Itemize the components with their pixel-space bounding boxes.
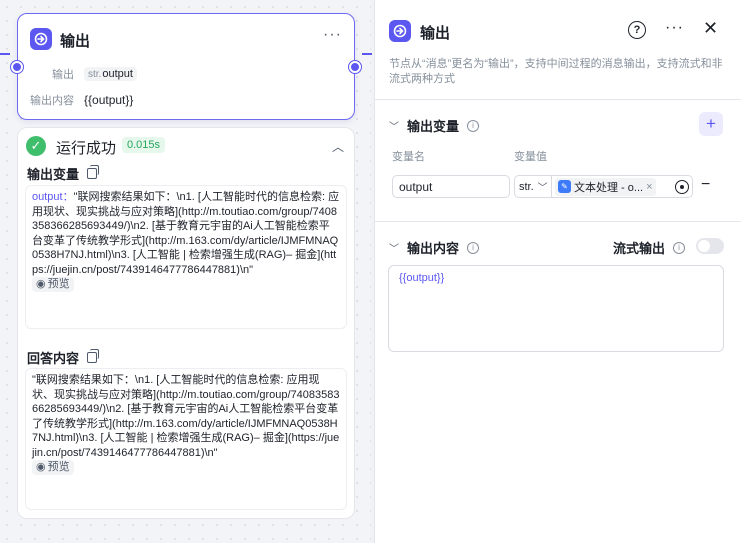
- output-port[interactable]: [349, 61, 361, 73]
- output-node-icon: [389, 20, 411, 42]
- output-node[interactable]: 输出 ··· 输出 str. output 输出内容 {{output}}: [11, 13, 361, 120]
- var-type-select[interactable]: str. ﹀: [514, 175, 552, 198]
- output-key: output：: [32, 191, 74, 203]
- divider: [375, 99, 741, 100]
- copy-icon[interactable]: [87, 349, 100, 363]
- answer-section-title: 回答内容: [27, 348, 100, 367]
- ref-chip: ✎ 文本处理 - o... ×: [555, 177, 656, 196]
- check-icon: ✓: [26, 136, 46, 156]
- stream-label: 流式输出: [613, 241, 666, 256]
- close-icon[interactable]: ✕: [703, 18, 718, 39]
- answer-text: "联网搜索结果如下：\n1. [人工智能时代的信息检索: 应用现状、现实挑战与应…: [32, 374, 340, 459]
- copy-icon[interactable]: [87, 165, 100, 179]
- var-type-label: str.: [519, 180, 534, 193]
- var-name: output: [102, 68, 133, 80]
- more-icon[interactable]: ···: [665, 19, 684, 37]
- panel-title: 输出: [420, 25, 451, 42]
- close-icon[interactable]: ×: [646, 181, 652, 193]
- node-settings-panel: 输出 ? ··· ✕ 节点从“消息”更名为“输出”，支持中间过程的消息输出，支持…: [374, 0, 741, 543]
- col-name-header: 变量名: [392, 151, 425, 163]
- preview-button[interactable]: ◉ 预览: [32, 277, 74, 292]
- content-section-title: 输出内容: [407, 241, 460, 256]
- node-title: 输出: [60, 33, 91, 50]
- output-text: "联网搜索结果如下：\n1. [人工智能时代的信息检索: 应用现状、现实挑战与应…: [32, 191, 340, 276]
- type-label: str.: [88, 68, 102, 80]
- outgoing-edge: [362, 53, 372, 55]
- vars-section-title: 输出变量: [407, 119, 460, 134]
- col-value-header: 变量值: [514, 151, 547, 163]
- help-icon[interactable]: ?: [628, 21, 646, 39]
- stream-toggle[interactable]: [696, 238, 724, 254]
- workflow-canvas[interactable]: 输出 ··· 输出 str. output 输出内容 {{output}} ✓ …: [0, 0, 372, 543]
- minus-icon[interactable]: −: [701, 176, 710, 194]
- var-ref-select[interactable]: ✎ 文本处理 - o... ×: [551, 175, 693, 198]
- chevron-down-icon: ﹀: [389, 244, 399, 255]
- node-content-row: 输出内容 {{output}}: [30, 92, 133, 108]
- run-time-badge: 0.015s: [122, 137, 166, 153]
- panel-description: 节点从“消息”更名为“输出”，支持中间过程的消息输出，支持流式和非流式两种方式: [389, 58, 723, 85]
- chevron-down-icon: ﹀: [389, 122, 399, 133]
- answer-title: 回答内容: [27, 351, 80, 366]
- output-content-section-header[interactable]: ﹀ 输出内容 i: [389, 238, 480, 257]
- info-icon[interactable]: i: [673, 241, 686, 254]
- content-value: {{output}}: [84, 93, 134, 107]
- output-var-section-title: 输出变量: [27, 164, 100, 183]
- run-status: 运行成功: [56, 140, 117, 157]
- var-name-input[interactable]: output: [392, 175, 510, 198]
- eye-icon: ◉: [36, 278, 46, 290]
- stream-output-label-row: 流式输出 i: [613, 238, 686, 257]
- run-result-panel: ✓ 运行成功 0.015s ︿ 输出变量 output："联网搜索结果如下：\n…: [17, 127, 355, 519]
- ref-label: 文本处理 - o...: [574, 181, 644, 194]
- input-port[interactable]: [11, 61, 23, 73]
- output-node-icon: [30, 28, 52, 50]
- output-vars-section-header[interactable]: ﹀ 输出变量 i: [389, 116, 480, 135]
- text-process-icon: ✎: [558, 180, 571, 193]
- chevron-up-icon[interactable]: ︿: [332, 138, 344, 155]
- output-var-title: 输出变量: [27, 167, 80, 182]
- incoming-edge: [0, 53, 10, 55]
- output-var-box: output："联网搜索结果如下：\n1. [人工智能时代的信息检索: 应用现状…: [25, 185, 347, 329]
- content-editor[interactable]: {{output}}: [388, 265, 724, 352]
- output-label: 输出: [52, 69, 74, 81]
- target-icon[interactable]: [675, 179, 689, 194]
- answer-box: "联网搜索结果如下：\n1. [人工智能时代的信息检索: 应用现状、现实挑战与应…: [25, 368, 347, 510]
- info-icon[interactable]: i: [467, 119, 480, 132]
- content-label: 输出内容: [30, 95, 74, 107]
- output-var-tag: str. output: [84, 67, 137, 81]
- more-icon[interactable]: ···: [323, 26, 342, 44]
- preview-label: 预览: [47, 461, 70, 473]
- node-output-row: 输出 str. output: [52, 66, 137, 82]
- info-icon[interactable]: i: [467, 241, 480, 254]
- plus-icon[interactable]: +: [699, 112, 723, 136]
- preview-button[interactable]: ◉ 预览: [32, 460, 74, 475]
- eye-icon: ◉: [36, 461, 46, 473]
- chevron-down-icon: ﹀: [537, 183, 548, 194]
- preview-label: 预览: [47, 278, 70, 290]
- divider: [375, 221, 741, 222]
